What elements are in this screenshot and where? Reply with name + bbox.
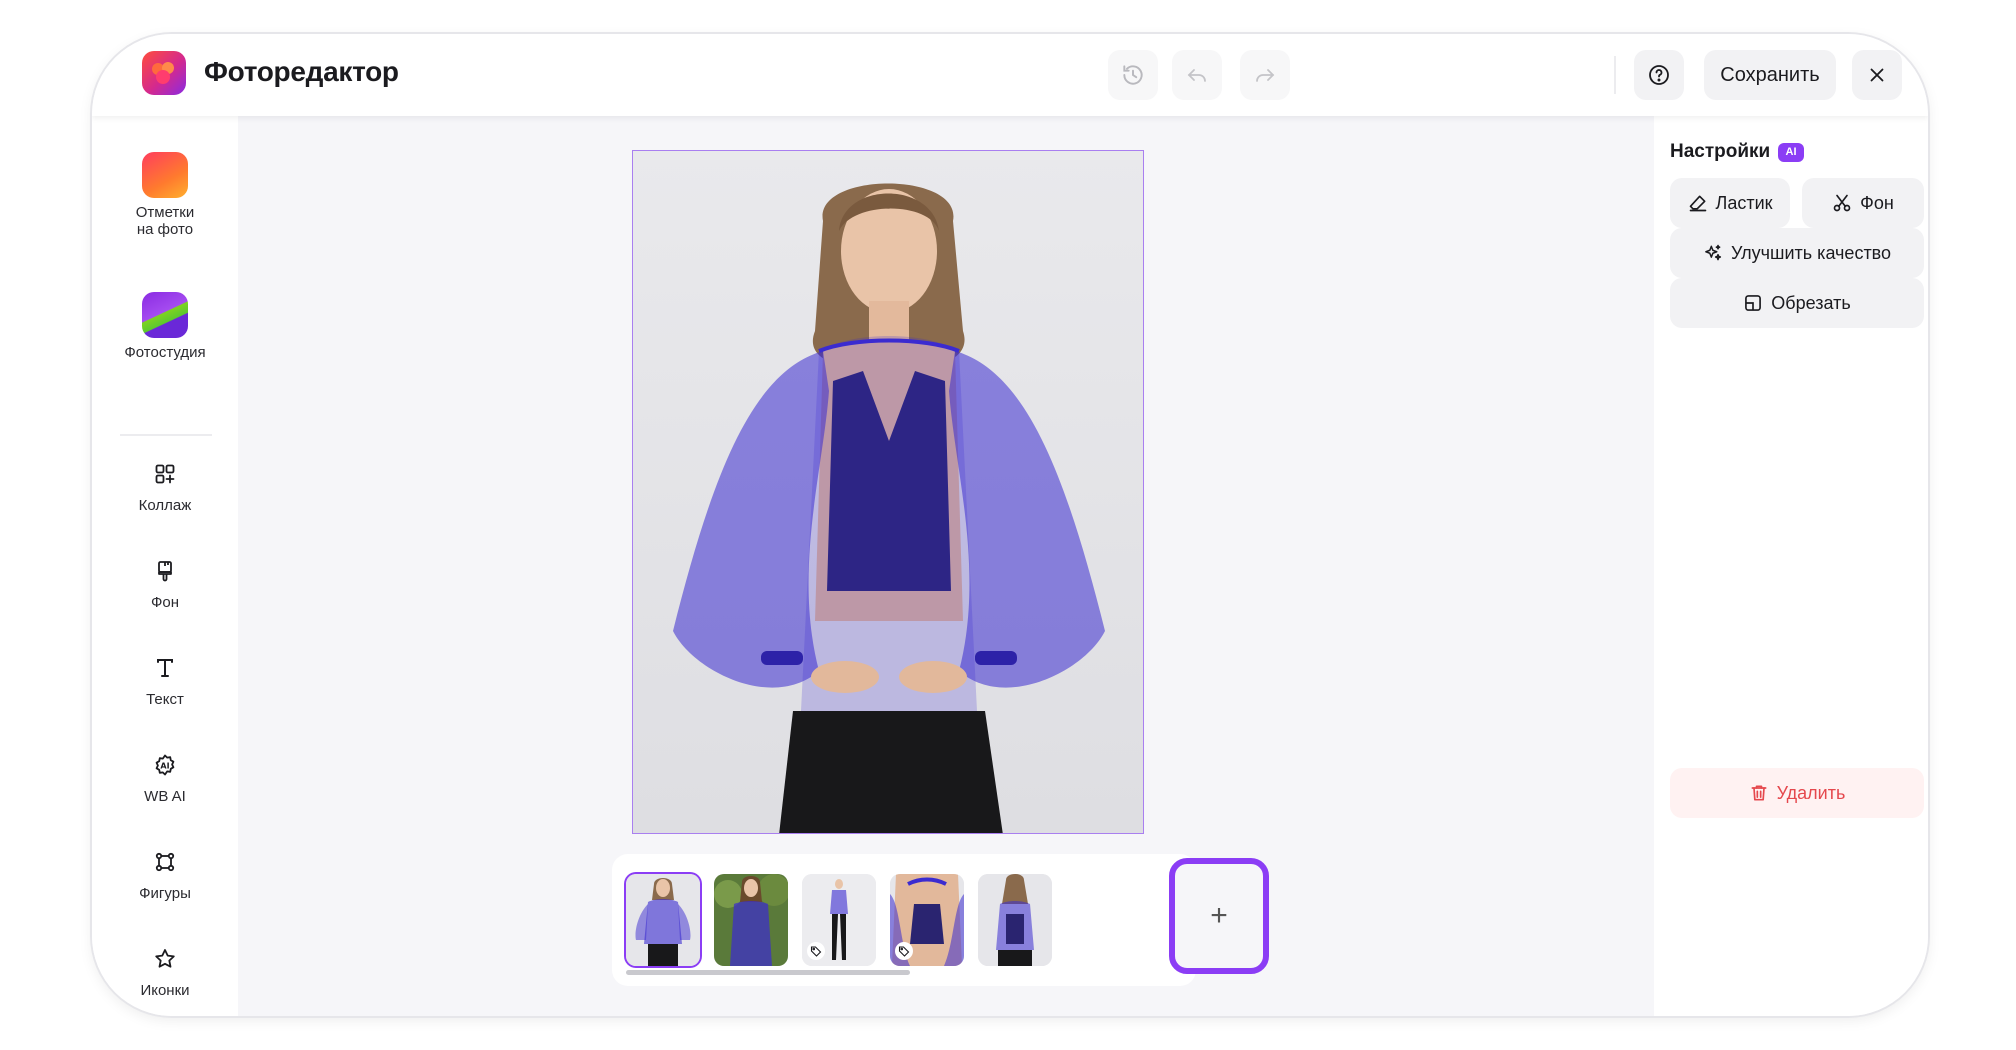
eraser-button[interactable]: Ластик bbox=[1670, 178, 1790, 228]
history-icon bbox=[1123, 65, 1143, 85]
tool-background[interactable]: Фон bbox=[92, 559, 238, 611]
crop-button[interactable]: Обрезать bbox=[1670, 278, 1924, 328]
tools-sidebar: Отметки на фото Фотостудия Коллаж Фон Те… bbox=[92, 116, 238, 1016]
undo-icon bbox=[1187, 69, 1206, 82]
svg-text:AI: AI bbox=[160, 762, 169, 771]
trash-icon bbox=[1751, 785, 1767, 801]
thumbnail-5[interactable] bbox=[978, 874, 1052, 966]
thumbnail-image bbox=[626, 874, 700, 966]
sidebar-divider bbox=[120, 434, 212, 436]
model-photo-illustration bbox=[673, 183, 1105, 833]
tool-wb-ai[interactable]: AI WB AI bbox=[92, 753, 238, 805]
thumbnail-3[interactable] bbox=[802, 874, 876, 966]
tool-text[interactable]: Текст bbox=[92, 656, 238, 708]
tool-photo-tags[interactable]: Отметки на фото bbox=[92, 152, 238, 238]
thumbnail-scrollbar[interactable] bbox=[626, 970, 910, 975]
tool-label-line2: на фото bbox=[136, 221, 194, 238]
redo-icon bbox=[1256, 69, 1275, 82]
tool-shapes[interactable]: Фигуры bbox=[92, 850, 238, 902]
close-icon bbox=[1870, 68, 1884, 82]
tool-label: Иконки bbox=[140, 982, 190, 999]
tool-label: Фон bbox=[150, 594, 180, 611]
undo-button[interactable] bbox=[1172, 50, 1222, 100]
canvas-area bbox=[238, 116, 1654, 1016]
background-label: Фон bbox=[1860, 192, 1894, 213]
thumbnail-4[interactable] bbox=[890, 874, 964, 966]
tool-collage[interactable]: Коллаж bbox=[92, 462, 238, 514]
redo-button[interactable] bbox=[1240, 50, 1290, 100]
top-bar: Фоторедактор Сохранить bbox=[92, 34, 1928, 116]
background-brush-icon bbox=[158, 561, 172, 582]
thumbnail-2[interactable] bbox=[714, 874, 788, 966]
sparkles-icon bbox=[1705, 244, 1722, 261]
photo-editor-window: Фоторедактор Сохранить Отметки на фото Ф… bbox=[92, 34, 1928, 1016]
delete-label: Удалить bbox=[1776, 782, 1846, 803]
help-icon bbox=[1649, 65, 1669, 85]
tool-label: Фотостудия bbox=[124, 344, 206, 361]
toolbar-divider bbox=[1614, 56, 1616, 94]
scissors-icon bbox=[1833, 194, 1851, 212]
close-button[interactable] bbox=[1852, 50, 1902, 100]
save-button[interactable]: Сохранить bbox=[1704, 50, 1836, 100]
app-title: Фоторедактор bbox=[204, 56, 399, 87]
app-logo-icon bbox=[142, 51, 186, 95]
photo-tags-icon bbox=[142, 152, 188, 198]
thumbnail-image bbox=[714, 874, 788, 966]
delete-button[interactable]: Удалить bbox=[1670, 768, 1924, 818]
enhance-quality-button[interactable]: Улучшить качество bbox=[1670, 228, 1924, 278]
ai-icon: AI bbox=[155, 754, 175, 776]
tag-icon bbox=[807, 942, 825, 960]
tool-label: Коллаж bbox=[138, 497, 192, 514]
thumbnail-strip bbox=[612, 854, 1196, 986]
add-photo-button[interactable]: + bbox=[1169, 858, 1269, 974]
ai-badge: AI bbox=[1778, 143, 1804, 162]
shapes-icon bbox=[155, 852, 175, 872]
collage-icon bbox=[155, 464, 175, 484]
help-button[interactable] bbox=[1634, 50, 1684, 100]
star-icon bbox=[155, 949, 175, 968]
text-icon bbox=[157, 659, 173, 677]
eraser-icon bbox=[1689, 195, 1706, 212]
thumbnail-image bbox=[978, 874, 1052, 966]
background-remove-button[interactable]: Фон bbox=[1802, 178, 1924, 228]
eraser-label: Ластик bbox=[1715, 192, 1773, 213]
enhance-label: Улучшить качество bbox=[1730, 242, 1892, 263]
tool-label: Текст bbox=[146, 691, 184, 708]
tool-label: Фигуры bbox=[139, 885, 191, 902]
thumbnail-1[interactable] bbox=[626, 874, 700, 966]
tool-label: Отметки bbox=[135, 204, 195, 221]
photo-studio-icon bbox=[142, 292, 188, 338]
main-photo[interactable] bbox=[632, 150, 1144, 834]
settings-panel: Настройки AI Ластик Фон Улучшить качеств… bbox=[1654, 116, 1928, 1016]
crop-label: Обрезать bbox=[1771, 292, 1851, 313]
crop-icon bbox=[1745, 295, 1762, 311]
settings-title: Настройки bbox=[1670, 141, 1771, 162]
tag-icon bbox=[895, 942, 913, 960]
tool-photo-studio[interactable]: Фотостудия bbox=[92, 292, 238, 361]
tool-label: WB AI bbox=[144, 788, 186, 805]
history-button[interactable] bbox=[1108, 50, 1158, 100]
tool-icons[interactable]: Иконки bbox=[92, 947, 238, 999]
